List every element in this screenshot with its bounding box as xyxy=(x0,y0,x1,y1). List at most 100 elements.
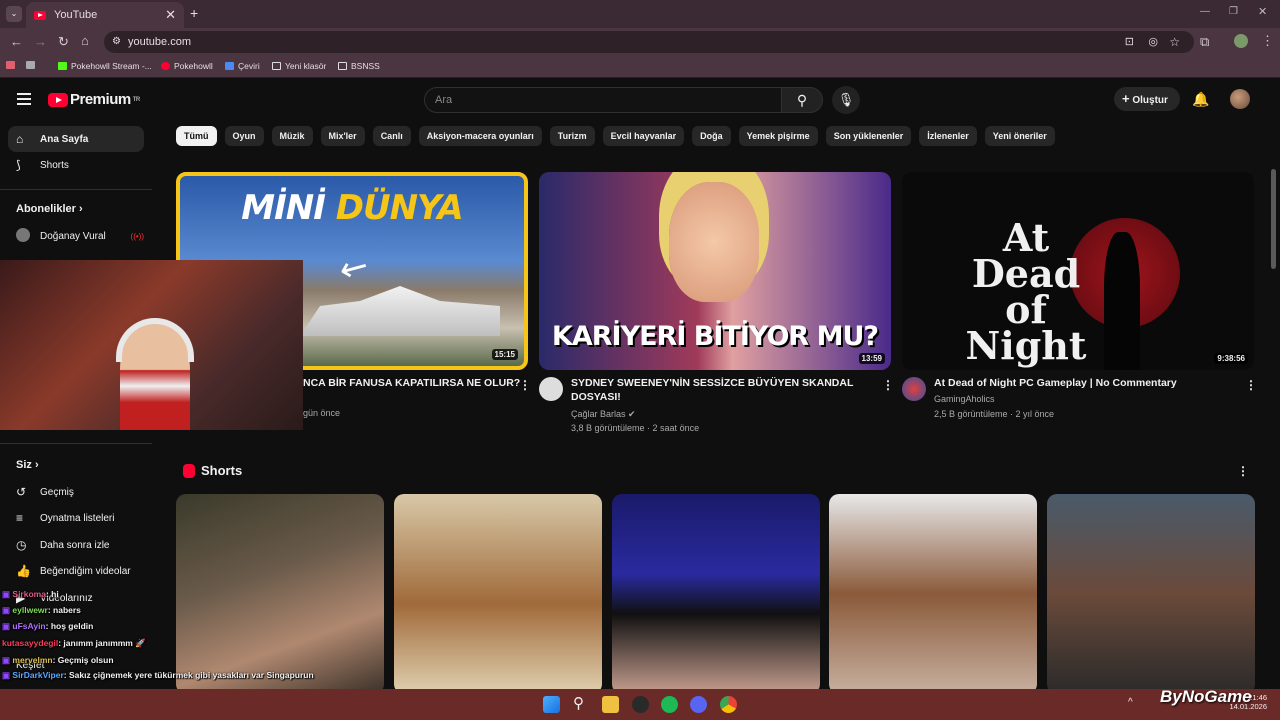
bookmark-apps-icon[interactable] xyxy=(6,61,15,69)
notifications-bell-icon[interactable]: 🔔 xyxy=(1192,91,1209,108)
browser-tab-youtube[interactable]: YouTube ✕ xyxy=(26,2,184,28)
chip-music[interactable]: Müzik xyxy=(271,126,313,146)
short-thumbnail[interactable] xyxy=(1047,494,1255,694)
playlist-icon: ≡ xyxy=(16,511,24,525)
bookmark-item[interactable]: Çeviri xyxy=(225,61,260,71)
subscriptions-heading[interactable]: Abonelikler › xyxy=(16,203,83,215)
tab-close-icon[interactable]: ✕ xyxy=(165,7,176,23)
address-bar[interactable]: ⚙ youtube.com ⊡ ◎ ☆ xyxy=(104,31,1194,53)
short-thumbnail[interactable] xyxy=(612,494,820,694)
sidebar-item-home[interactable]: ⌂ Ana Sayfa xyxy=(8,126,144,152)
clock-icon: ◷ xyxy=(16,538,27,552)
shorts-icon: ⟆ xyxy=(16,158,21,172)
forward-icon[interactable]: → xyxy=(34,34,47,49)
more-options-icon[interactable]: ⋮ xyxy=(519,378,531,392)
home-icon: ⌂ xyxy=(16,132,24,146)
chip-tourism[interactable]: Turizm xyxy=(549,126,595,146)
plus-icon: + xyxy=(1122,91,1130,106)
bookmark-item[interactable]: Pokehowll Stream -... xyxy=(58,61,152,71)
tray-chevron-icon[interactable]: ^ xyxy=(1128,697,1133,708)
bookmark-folder[interactable]: BSNSS xyxy=(338,61,380,71)
home-icon[interactable]: ⌂ xyxy=(81,33,89,48)
channel-name[interactable]: Çağlar Barlas ✔ xyxy=(571,407,636,421)
video-title[interactable]: SYDNEY SWEENEY'NİN SESSİZCE BÜYÜYEN SKAN… xyxy=(571,376,853,404)
more-options-icon[interactable]: ⋮ xyxy=(1245,378,1257,392)
sidebar-item-shorts[interactable]: ⟆ Shorts xyxy=(8,152,144,178)
thumbnail-text: DÜNYA xyxy=(335,188,464,228)
voice-search-button[interactable]: 🎙 xyxy=(832,86,860,114)
chat-message: ▣ Sirkoma: hi xyxy=(2,589,59,599)
minimize-icon[interactable]: — xyxy=(1200,6,1210,17)
chip-watched[interactable]: İzlenenler xyxy=(919,126,977,146)
shorts-section-header: Shorts xyxy=(183,463,242,478)
back-icon[interactable]: ← xyxy=(10,34,23,49)
history-icon: ↺ xyxy=(16,485,27,499)
new-tab-button[interactable]: + xyxy=(190,5,198,21)
bookmark-star-icon[interactable]: ☆ xyxy=(1169,31,1180,53)
channel-avatar[interactable] xyxy=(902,377,926,401)
chip-new-to-you[interactable]: Yeni öneriler xyxy=(984,126,1055,146)
chip-all[interactable]: Tümü xyxy=(176,126,217,146)
more-options-icon[interactable]: ⋮ xyxy=(882,378,894,392)
search-input[interactable]: Ara xyxy=(424,87,782,113)
twitch-badge-icon: ▣ xyxy=(2,655,11,665)
chip-cooking[interactable]: Yemek pişirme xyxy=(738,126,818,146)
browser-tab-strip: ⌄ YouTube ✕ + — ❐ ✕ xyxy=(0,0,1280,28)
video-thumbnail[interactable]: At Dead of Night 9:38:56 xyxy=(902,172,1254,370)
sidebar-item-history[interactable]: ↺ Geçmiş xyxy=(8,479,144,505)
chat-message: ▣ SirDarkViper: Sakız çiğnemek yere tükü… xyxy=(2,670,314,680)
sidebar-item-watch-later[interactable]: ◷ Daha sonra izle xyxy=(8,532,144,558)
sidebar-item-playlists[interactable]: ≡ Oynatma listeleri xyxy=(8,505,144,531)
sidebar-item-liked[interactable]: 👍 Beğendiğim videolar xyxy=(8,558,144,584)
chip-action-adventure[interactable]: Aksiyon-macera oyunları xyxy=(418,126,542,146)
youtube-premium-logo[interactable]: Premium TR xyxy=(48,91,140,108)
profile-icon[interactable] xyxy=(1234,34,1248,48)
site-info-icon[interactable]: ⚙ xyxy=(112,31,121,53)
chrome-icon[interactable] xyxy=(720,696,737,713)
menu-icon[interactable] xyxy=(17,93,31,108)
short-thumbnail[interactable] xyxy=(176,494,384,694)
video-title[interactable]: At Dead of Night PC Gameplay | No Commen… xyxy=(934,376,1177,390)
windows-start-icon[interactable] xyxy=(543,696,560,713)
install-app-icon[interactable]: ⊡ xyxy=(1125,31,1134,53)
bookmark-item[interactable]: Pokehowll xyxy=(161,61,213,71)
windows-taskbar: ⚲ ^ ByNoGame 21:46 14.01.2026 xyxy=(0,687,1280,720)
browser-menu-icon[interactable]: ⋮ xyxy=(1261,33,1274,49)
extensions-icon[interactable]: ⧉ xyxy=(1200,34,1209,50)
maximize-icon[interactable]: ❐ xyxy=(1229,6,1238,17)
short-thumbnail[interactable] xyxy=(394,494,602,694)
file-explorer-icon[interactable] xyxy=(602,696,619,713)
thumbnail-text: MİNİ xyxy=(241,188,326,228)
eye-off-icon[interactable]: ◎ xyxy=(1148,31,1158,53)
chip-live[interactable]: Canlı xyxy=(372,126,411,146)
video-title[interactable]: NCA BİR FANUSA KAPATILIRSA NE OLUR? xyxy=(303,376,520,390)
chip-gaming[interactable]: Oyun xyxy=(224,126,264,146)
bookmark-folder[interactable]: Yeni klasör xyxy=(272,61,326,71)
account-avatar[interactable] xyxy=(1230,89,1250,109)
short-thumbnail[interactable] xyxy=(829,494,1037,694)
shorts-more-options-icon[interactable]: ⋮ xyxy=(1237,464,1249,478)
silhouette-graphic xyxy=(1104,232,1140,370)
create-button[interactable]: + Oluştur xyxy=(1114,87,1180,111)
reload-icon[interactable]: ↻ xyxy=(58,34,69,50)
tab-search-button[interactable]: ⌄ xyxy=(6,6,22,22)
obs-icon[interactable] xyxy=(632,696,649,713)
you-heading[interactable]: Siz › xyxy=(16,459,39,471)
system-clock[interactable]: 21:46 14.01.2026 xyxy=(1229,693,1267,711)
taskbar-search-icon[interactable]: ⚲ xyxy=(573,694,584,712)
discord-icon[interactable] xyxy=(690,696,707,713)
chip-pets[interactable]: Evcil hayvanlar xyxy=(602,126,685,146)
sidebar-item-subscription[interactable]: Doğanay Vural ((•)) xyxy=(8,223,144,249)
video-thumbnail[interactable]: KARİYERİ BİTİYOR MU? 13:59 xyxy=(539,172,891,370)
chip-mixes[interactable]: Mix'ler xyxy=(320,126,365,146)
window-close-icon[interactable]: ✕ xyxy=(1258,5,1267,18)
bookmark-grid-icon[interactable] xyxy=(26,61,35,69)
channel-name[interactable]: GamingAholics xyxy=(934,392,995,406)
page-scrollbar[interactable] xyxy=(1271,169,1276,269)
chip-nature[interactable]: Doğa xyxy=(692,126,731,146)
channel-avatar[interactable] xyxy=(539,377,563,401)
browser-toolbar: ← → ↻ ⌂ ⚙ youtube.com ⊡ ◎ ☆ ⧉ ⋮ xyxy=(0,28,1280,56)
search-button[interactable]: ⚲ xyxy=(781,87,823,113)
spotify-icon[interactable] xyxy=(661,696,678,713)
chip-recently-uploaded[interactable]: Son yüklenenler xyxy=(825,126,912,146)
